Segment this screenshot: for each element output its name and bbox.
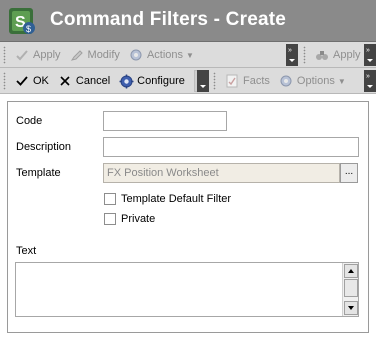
toolbar-overflow-button-3[interactable] [197, 70, 209, 92]
modify-icon [69, 47, 85, 63]
ok-label: OK [33, 75, 49, 87]
close-icon [57, 73, 73, 89]
chevron-down-icon: ▼ [186, 50, 194, 60]
text-scrollbar[interactable] [342, 263, 358, 316]
configure-button[interactable]: Configure [114, 70, 189, 92]
modify-button[interactable]: Modify [65, 44, 124, 66]
facts-icon [224, 73, 240, 89]
title-bar: S $ Command Filters - Create [0, 0, 376, 42]
configure-label: Configure [137, 75, 185, 87]
private-checkbox[interactable] [104, 213, 116, 225]
cancel-label: Cancel [75, 75, 111, 87]
template-label: Template [16, 167, 61, 179]
scroll-up-button[interactable] [344, 264, 358, 278]
toolbar-grip[interactable] [3, 46, 6, 64]
apply-search-button[interactable]: Apply [310, 44, 365, 66]
facts-button[interactable]: Facts [220, 70, 274, 92]
toolbar-row-2: OK Cancel Configure Facts Options ▼ » [0, 68, 376, 94]
text-area[interactable] [15, 262, 359, 317]
facts-label: Facts [243, 75, 270, 87]
configure-gear-icon [118, 73, 134, 89]
toolbar-row-1: Apply Modify Actions ▼ » Apply » [0, 42, 376, 68]
options-gear-icon [278, 73, 294, 89]
toolbar-overflow-button-2[interactable]: » [364, 44, 376, 66]
code-field[interactable] [103, 111, 227, 131]
scroll-thumb[interactable] [344, 279, 358, 297]
cancel-button[interactable]: Cancel [53, 70, 114, 92]
toolbar-grip[interactable] [3, 72, 6, 90]
binoculars-icon [314, 47, 330, 63]
actions-menu-button[interactable]: Actions ▼ [124, 44, 198, 66]
window-title: Command Filters - Create [50, 9, 287, 30]
options-label: Options [296, 75, 335, 87]
description-label: Description [16, 141, 72, 153]
apply-search-label: Apply [333, 49, 361, 61]
template-browse-button[interactable]: ... [340, 163, 358, 183]
main-actions-toolbar: Apply Modify Actions ▼ [0, 44, 198, 66]
apply-icon [14, 47, 30, 63]
options-menu-button[interactable]: Options ▼ [274, 70, 350, 92]
toolbar-grip[interactable] [303, 46, 306, 64]
svg-text:$: $ [26, 24, 31, 34]
form-panel: Code Description Template FX Position Wo… [7, 101, 369, 333]
info-toolbar: Facts Options ▼ [210, 70, 350, 92]
actions-label: Actions [146, 49, 184, 61]
modify-label: Modify [87, 49, 120, 61]
private-label: Private [121, 213, 156, 225]
text-label: Text [16, 245, 37, 257]
actions-gear-icon [128, 47, 144, 63]
template-default-filter-checkbox[interactable] [104, 193, 116, 205]
apply-button[interactable]: Apply [10, 44, 65, 66]
scroll-down-button[interactable] [344, 301, 358, 315]
apply-label: Apply [33, 49, 61, 61]
template-field[interactable]: FX Position Worksheet [103, 163, 340, 183]
toolbar-overflow-button-4[interactable]: » [364, 70, 376, 92]
ok-button[interactable]: OK [10, 70, 53, 92]
checkmark-icon [14, 73, 30, 89]
search-toolbar: Apply [300, 44, 365, 66]
dialog-toolbar: OK Cancel Configure [0, 70, 189, 92]
code-label: Code [16, 115, 43, 127]
description-field[interactable] [103, 137, 359, 157]
toolbar-overflow-button[interactable]: » [286, 44, 298, 66]
template-default-filter-label: Template Default Filter [121, 193, 232, 205]
chevron-down-icon: ▼ [337, 76, 346, 86]
app-logo-icon: S $ [9, 8, 35, 34]
toolbar-grip[interactable] [213, 72, 216, 90]
